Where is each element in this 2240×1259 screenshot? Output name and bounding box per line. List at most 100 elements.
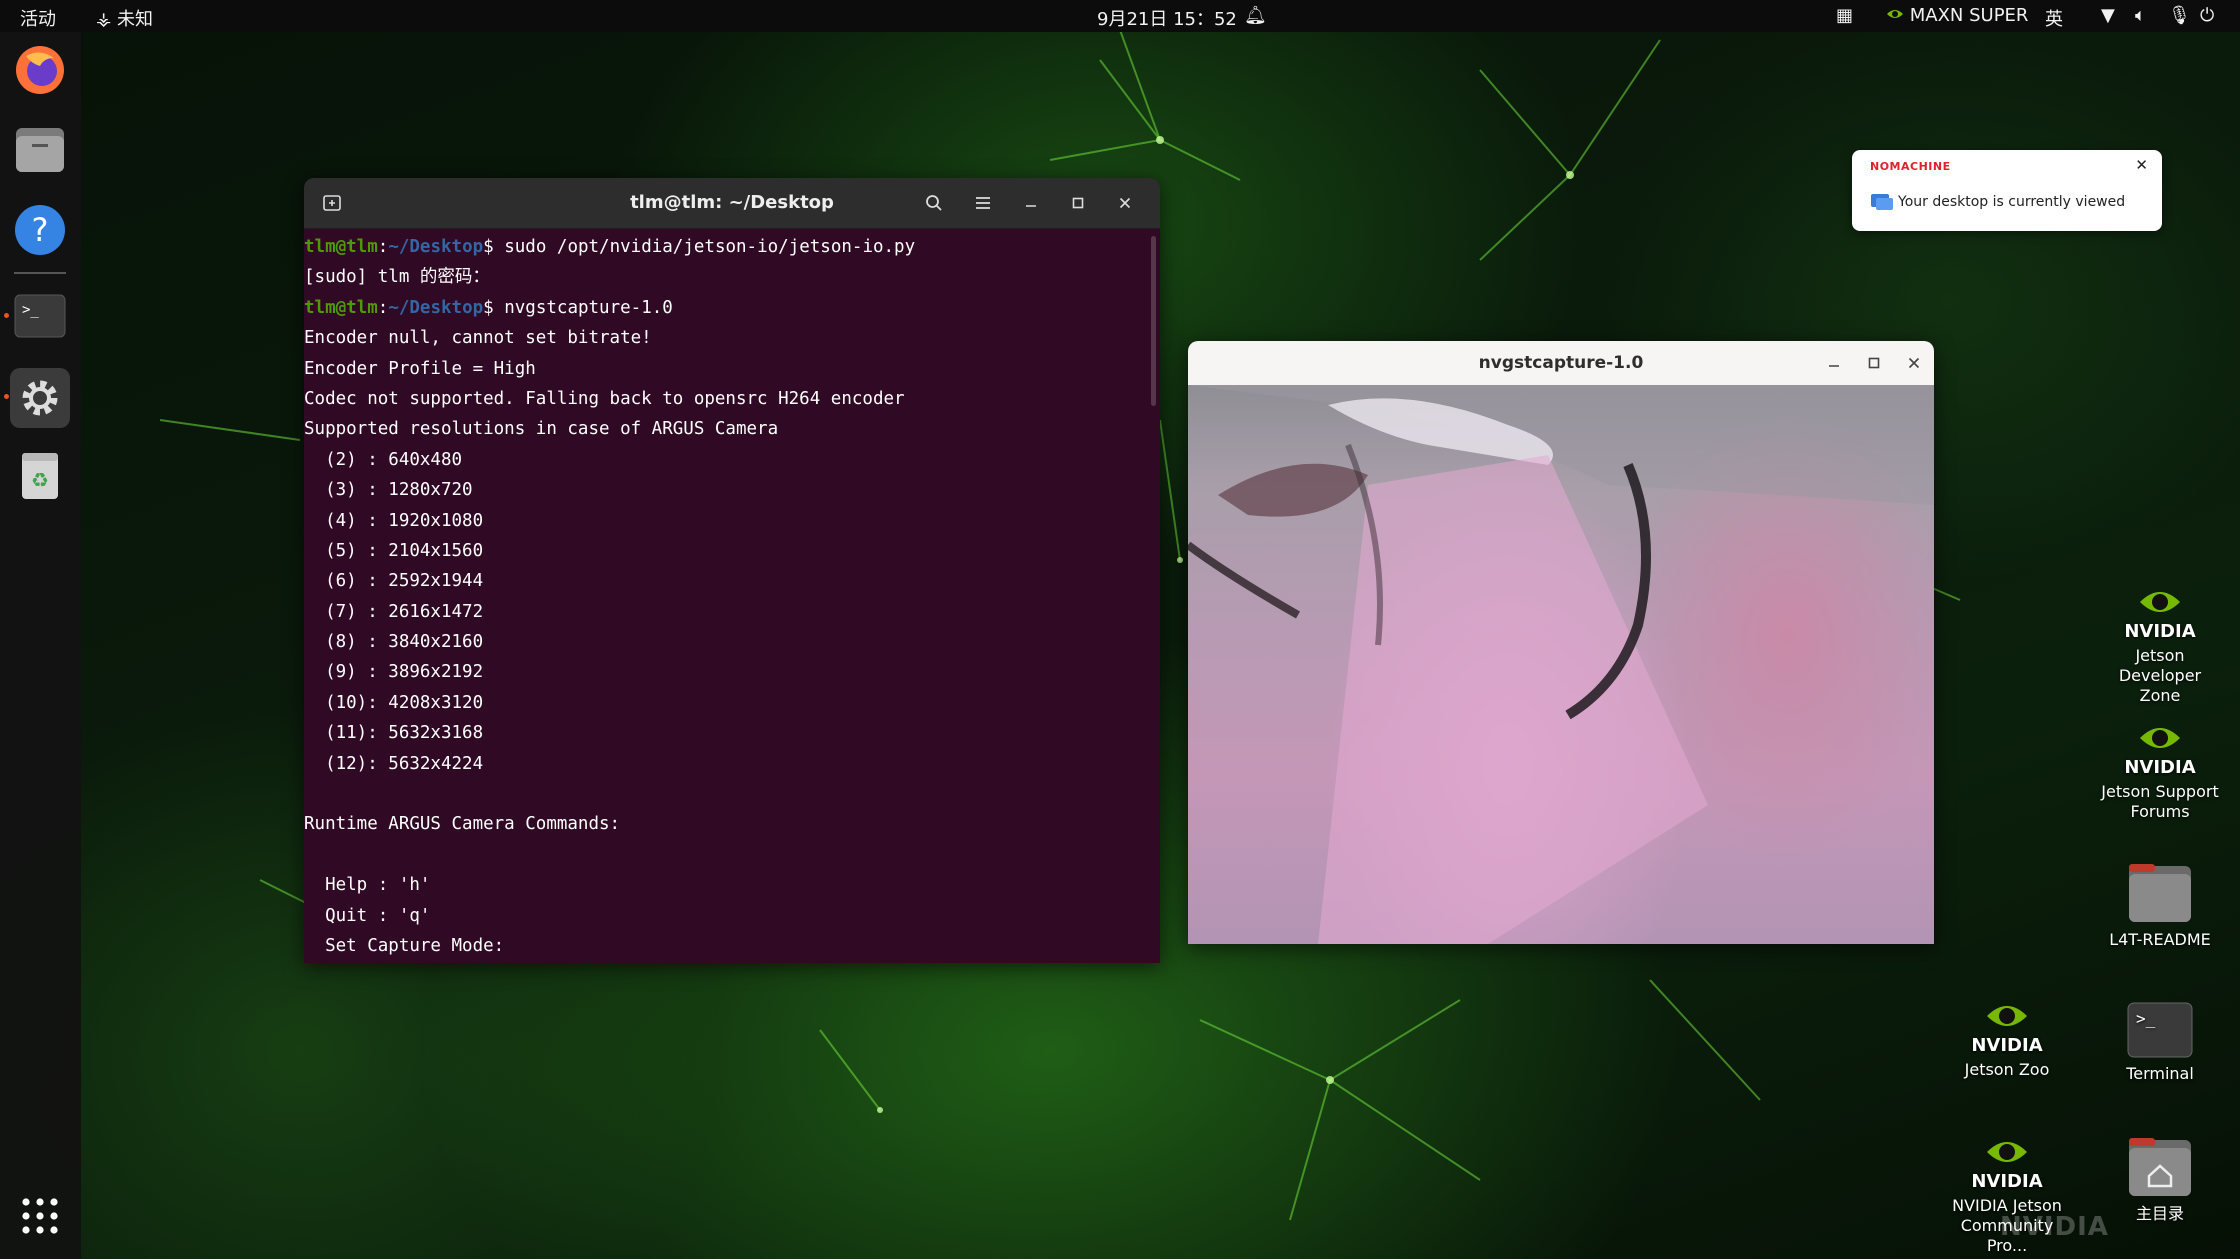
- desktop-icon-home[interactable]: 主目录: [2100, 1136, 2220, 1224]
- svg-text:>_: >_: [2136, 1009, 2156, 1028]
- desktop-icon-label: Forums: [2130, 802, 2190, 821]
- running-indicator: [4, 394, 9, 399]
- desktop-icon-developer-zone[interactable]: NVIDIA Jetson Developer Zone: [2100, 580, 2220, 706]
- output-line: (10): 4208x3120: [304, 692, 484, 713]
- network-status[interactable]: ⚶ 未知: [96, 5, 153, 31]
- maximize-icon[interactable]: [1862, 351, 1886, 375]
- prompt-user: tlm@tlm: [304, 297, 378, 318]
- nvidia-logo-icon: NVIDIA: [1971, 1006, 2043, 1054]
- output-line: Set Capture Mode:: [304, 935, 505, 956]
- nomachine-logo: NOMACHINE: [1870, 160, 1951, 173]
- camera-titlebar[interactable]: nvgstcapture-1.0: [1188, 341, 1934, 385]
- power-mode-indicator[interactable]: MAXN SUPER: [1886, 5, 2028, 26]
- firefox-icon[interactable]: [14, 44, 66, 96]
- nvidia-logo-icon: NVIDIA: [2124, 592, 2196, 640]
- output-line: (2) : 640x480: [304, 449, 463, 470]
- output-line: (5) : 2104x1560: [304, 540, 484, 561]
- svg-text:NVIDIA: NVIDIA: [2124, 757, 2195, 776]
- maximize-icon[interactable]: [1066, 191, 1090, 215]
- output-line: (11): 5632x3168: [304, 723, 484, 744]
- app-grid-icon[interactable]: [14, 1190, 66, 1242]
- prompt-sep: :: [377, 237, 389, 257]
- nvidia-logo-icon: NVIDIA: [2124, 728, 2196, 776]
- search-icon[interactable]: [922, 191, 946, 215]
- svg-text:?: ?: [32, 211, 49, 249]
- output-line: Encoder null, cannot set bitrate!: [304, 328, 652, 349]
- terminal-icon: >_: [2127, 1002, 2193, 1058]
- terminal-titlebar[interactable]: tlm@tlm: ~/Desktop: [304, 178, 1160, 229]
- dock-separator: [14, 272, 66, 274]
- prompt-line: tlm@tlm:~/Desktop$ sudo /opt/nvidia/jets…: [304, 232, 1160, 262]
- output-line: [sudo] tlm 的密码：: [304, 267, 490, 288]
- desktop-icon-l4t-readme[interactable]: L4T-README: [2100, 862, 2220, 950]
- input-method[interactable]: 英: [2045, 5, 2063, 31]
- output-line: Runtime ARGUS Camera Commands:: [304, 814, 621, 835]
- settings-icon[interactable]: [10, 368, 70, 428]
- terminal-scrollbar[interactable]: [1151, 236, 1156, 406]
- prompt-symbol: $: [483, 297, 494, 318]
- output-line: (9) : 3896x2192: [304, 662, 484, 683]
- terminal-output[interactable]: tlm@tlm:~/Desktop$ sudo /opt/nvidia/jets…: [304, 228, 1160, 963]
- activities-button[interactable]: 活动: [20, 5, 56, 31]
- prompt-user: tlm@tlm: [304, 237, 378, 257]
- menu-icon[interactable]: [971, 191, 995, 215]
- clock[interactable]: 9月21日 15：52: [1097, 5, 1237, 31]
- power-icon[interactable]: ⏻: [2200, 5, 2214, 26]
- minimize-icon[interactable]: [1822, 351, 1846, 375]
- terminal-icon[interactable]: >_: [14, 290, 66, 342]
- desktop-icon-label: Jetson Zoo: [1964, 1060, 2050, 1079]
- output-line: (6) : 2592x1944: [304, 571, 484, 592]
- command-text: sudo /opt/nvidia/jetson-io/jetson-io.py: [493, 237, 916, 257]
- wallpaper-watermark: NVIDIA: [2000, 1212, 2109, 1242]
- camera-preview: [1188, 385, 1934, 944]
- wifi-icon[interactable]: ▼: [2101, 5, 2115, 26]
- svg-text:NVIDIA: NVIDIA: [1971, 1035, 2042, 1054]
- close-icon[interactable]: [1113, 191, 1137, 215]
- prompt-sep: :: [377, 297, 389, 318]
- files-icon[interactable]: [14, 124, 66, 176]
- nomachine-notification[interactable]: NOMACHINE ✕ Your desktop is currently vi…: [1852, 150, 2162, 231]
- output-line: Supported resolutions in case of ARGUS C…: [304, 419, 779, 440]
- output-line: (12): 5632x4224: [304, 753, 484, 774]
- output-line: Help : 'h': [304, 875, 431, 896]
- svg-text:>_: >_: [22, 302, 39, 318]
- close-icon[interactable]: ✕: [2135, 156, 2148, 174]
- desktop-icon-label: 主目录: [2135, 1204, 2184, 1223]
- command-text: nvgstcapture-1.0: [493, 297, 673, 318]
- trash-icon[interactable]: ♻: [14, 450, 66, 502]
- network-icon: ⚶: [96, 9, 112, 30]
- close-icon[interactable]: [1902, 351, 1926, 375]
- power-mode-label: MAXN SUPER: [1909, 5, 2029, 26]
- volume-icon[interactable]: 🔈︎: [2135, 5, 2146, 26]
- folder-icon: [2129, 864, 2191, 922]
- terminal-window[interactable]: tlm@tlm: ~/Desktop tlm@tlm:~/Desktop$ su…: [304, 178, 1160, 963]
- output-line: Codec not supported. Falling back to ope…: [304, 388, 905, 409]
- indicator-icon[interactable]: ▦: [1836, 5, 1853, 26]
- microphone-icon[interactable]: 🎙︎: [2168, 5, 2191, 26]
- home-folder-icon: [2129, 1138, 2191, 1196]
- camera-frame: [1188, 385, 1934, 944]
- svg-text:♻: ♻: [31, 468, 49, 492]
- prompt-path: ~/Desktop: [388, 297, 484, 318]
- desktop-icon-label: L4T-README: [2109, 930, 2211, 949]
- running-indicator: [4, 313, 9, 318]
- output-line: (4) : 1920x1080: [304, 510, 484, 531]
- minimize-icon[interactable]: [1019, 191, 1043, 215]
- desktop-icon-label: Jetson Developer: [2118, 646, 2202, 685]
- desktop-icon-label: Zone: [2139, 686, 2181, 705]
- help-icon[interactable]: ?: [14, 204, 66, 256]
- bell-icon[interactable]: 🔔︎: [1244, 5, 1267, 26]
- output-line: Encoder Profile = High: [304, 358, 536, 379]
- desktop-icon-label: Jetson Support: [2101, 782, 2219, 801]
- nvidia-logo-icon: NVIDIA: [1971, 1142, 2043, 1190]
- monitor-icon: [1870, 192, 1894, 216]
- svg-text:NVIDIA: NVIDIA: [1971, 1171, 2042, 1190]
- output-line: (8) : 3840x2160: [304, 632, 484, 653]
- desktop-icon-jetson-zoo[interactable]: NVIDIA Jetson Zoo: [1947, 994, 2067, 1080]
- camera-window[interactable]: nvgstcapture-1.0: [1188, 341, 1934, 944]
- desktop-icon-terminal[interactable]: >_ Terminal: [2100, 1002, 2220, 1084]
- notification-message: Your desktop is currently viewed: [1898, 194, 2126, 210]
- desktop-icon-support-forums[interactable]: NVIDIA Jetson Support Forums: [2100, 716, 2220, 822]
